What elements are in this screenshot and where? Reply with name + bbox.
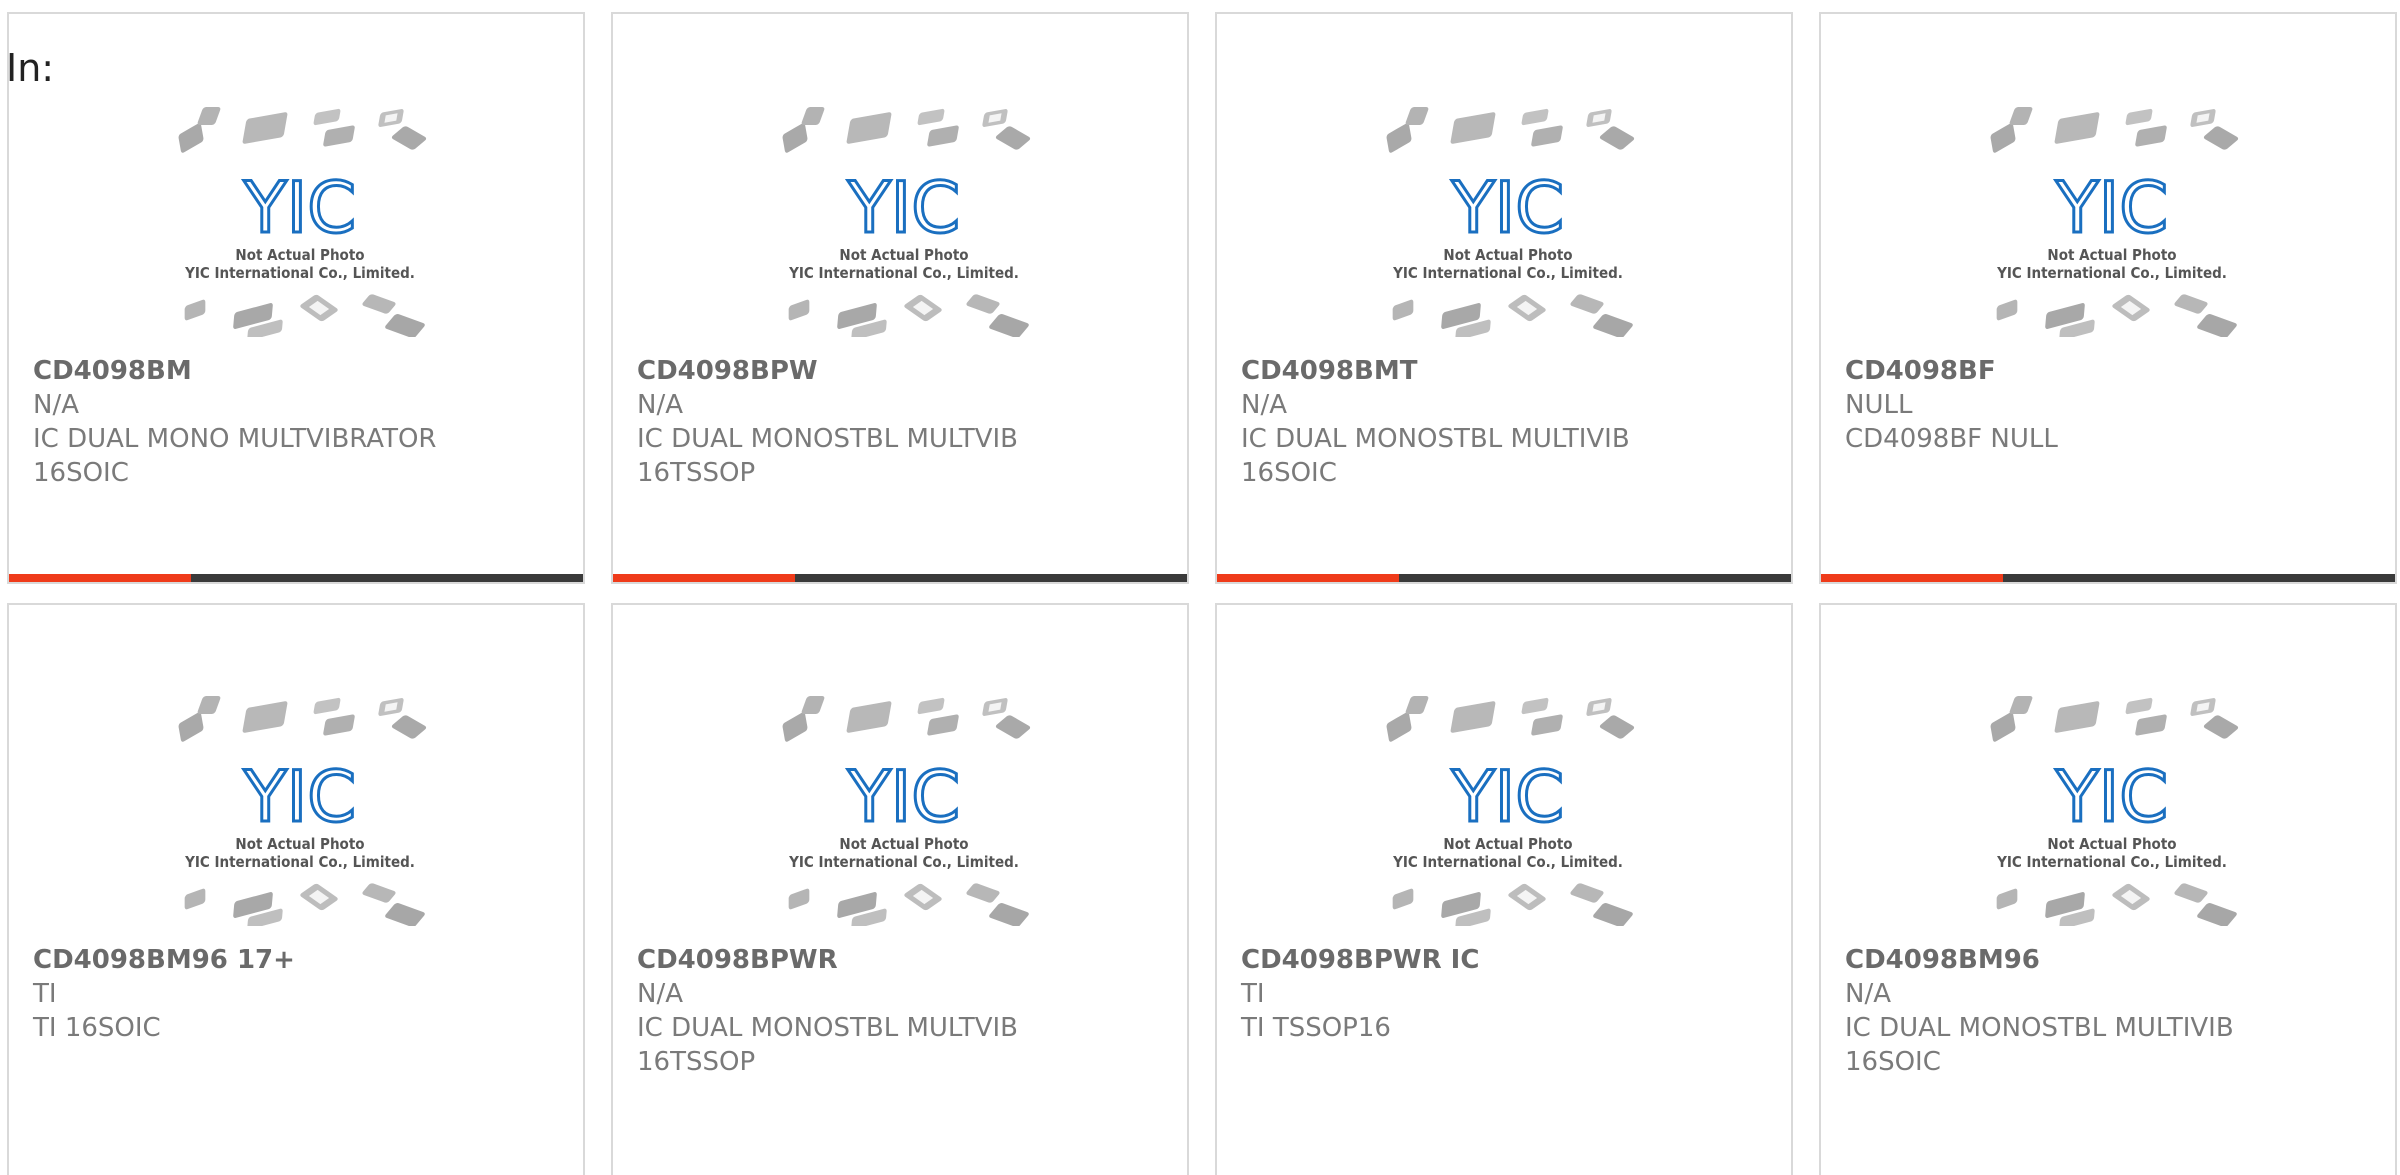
photo-caption-company: YIC International Co., Limited.	[1996, 853, 2227, 871]
not-actual-photo-image: YICNot Actual PhotoYIC International Co.…	[782, 107, 1031, 337]
product-photo-placeholder: YIC Not Actual Photo YIC International Co.…	[169, 693, 431, 926]
photo-caption: Not Actual Photo	[235, 246, 364, 264]
card-bottom-bar	[1821, 574, 2395, 582]
not-actual-photo-image: YICNot Actual PhotoYIC International Co.…	[1386, 696, 1635, 926]
yic-logo-icon: YIC	[847, 756, 960, 838]
product-card[interactable]: YIC Not Actual Photo YIC International Co.…	[1819, 603, 2397, 1175]
product-manufacturer: TI	[1241, 979, 1265, 1009]
product-description: TI TSSOP16	[1241, 1013, 1391, 1043]
product-part-number[interactable]: CD4098BM96 17+	[33, 943, 295, 977]
not-actual-photo-image: YICNot Actual PhotoYIC International Co.…	[178, 107, 427, 337]
not-actual-photo-image: YICNot Actual PhotoYIC International Co.…	[1990, 696, 2239, 926]
product-description: TI 16SOIC	[33, 1013, 161, 1043]
product-description-2: 16SOIC	[33, 458, 129, 488]
product-part-number[interactable]: CD4098BMT	[1241, 354, 1630, 388]
yic-logo-icon: YIC	[847, 167, 960, 249]
product-description: IC DUAL MONOSTBL MULTVIB	[637, 424, 1018, 454]
product-card[interactable]: YIC Not Actual Photo YIC International Co.…	[7, 603, 585, 1175]
card-accent-bar	[613, 574, 795, 582]
yic-logo-icon: YIC	[1451, 756, 1564, 838]
yic-logo-icon: YIC	[1451, 167, 1564, 249]
product-card[interactable]: YIC Not Actual Photo YIC International Co.…	[1215, 603, 1793, 1175]
not-actual-photo-image: YICNot Actual PhotoYIC International Co.…	[178, 696, 427, 926]
product-part-number[interactable]: CD4098BPW	[637, 354, 1018, 388]
results-label: In:	[6, 46, 55, 90]
photo-caption: Not Actual Photo	[1443, 835, 1572, 853]
photo-caption-company: YIC International Co., Limited.	[788, 264, 1019, 282]
product-description-2: 16TSSOP	[637, 1047, 756, 1077]
photo-caption-company: YIC International Co., Limited.	[1392, 264, 1623, 282]
product-card[interactable]: YIC Not Actual Photo YIC International Co.…	[1215, 12, 1793, 584]
product-description-2: 16SOIC	[1845, 1047, 1941, 1077]
product-description: IC DUAL MONOSTBL MULTVIB	[637, 1013, 1018, 1043]
product-card[interactable]: YIC Not Actual Photo YIC International Co.…	[611, 603, 1189, 1175]
card-bottom-bar	[1217, 574, 1791, 582]
photo-caption: Not Actual Photo	[2047, 246, 2176, 264]
photo-caption-company: YIC International Co., Limited.	[788, 853, 1019, 871]
product-photo-placeholder: YIC Not Actual Photo YIC International Co.…	[773, 104, 1035, 337]
product-photo-placeholder: YIC Not Actual Photo YIC International Co.…	[1981, 104, 2243, 337]
card-accent-bar	[9, 574, 191, 582]
product-photo-placeholder: YIC Not Actual Photo YIC International Co.…	[1377, 104, 1639, 337]
product-card[interactable]: YIC Not Actual Photo YIC International Co.…	[611, 12, 1189, 584]
product-part-number[interactable]: CD4098BM96	[1845, 943, 2234, 977]
yic-logo-icon: YIC	[2055, 756, 2168, 838]
photo-caption-company: YIC International Co., Limited.	[184, 853, 415, 871]
product-grid: YIC Not Actual Photo YIC International Co.…	[0, 0, 2400, 1175]
photo-caption-company: YIC International Co., Limited.	[1392, 853, 1623, 871]
photo-caption-company: YIC International Co., Limited.	[184, 264, 415, 282]
product-photo-placeholder: YIC Not Actual Photo YIC International Co.…	[773, 693, 1035, 926]
card-accent-bar	[1217, 574, 1399, 582]
photo-caption: Not Actual Photo	[235, 835, 364, 853]
product-description: IC DUAL MONOSTBL MULTIVIB	[1241, 424, 1630, 454]
product-description-2: 16SOIC	[1241, 458, 1337, 488]
product-part-number[interactable]: CD4098BPWR	[637, 943, 1018, 977]
card-accent-bar	[1821, 574, 2003, 582]
not-actual-photo-image: YICNot Actual PhotoYIC International Co.…	[1990, 107, 2239, 337]
product-description-2: 16TSSOP	[637, 458, 756, 488]
product-card[interactable]: YIC Not Actual Photo YIC International Co.…	[7, 12, 585, 584]
product-manufacturer: N/A	[637, 979, 683, 1009]
product-photo-placeholder: YIC Not Actual Photo YIC International Co.…	[1981, 693, 2243, 926]
product-manufacturer: TI	[33, 979, 57, 1009]
yic-logo-icon: YIC	[243, 167, 356, 249]
product-photo-placeholder: YIC Not Actual Photo YIC International Co.…	[1377, 693, 1639, 926]
product-part-number[interactable]: CD4098BPWR IC	[1241, 943, 1479, 977]
card-bottom-bar	[9, 574, 583, 582]
product-card[interactable]: YIC Not Actual Photo YIC International Co.…	[1819, 12, 2397, 584]
product-part-number[interactable]: CD4098BM	[33, 354, 436, 388]
product-manufacturer: N/A	[1241, 390, 1287, 420]
photo-caption: Not Actual Photo	[839, 835, 968, 853]
product-description: IC DUAL MONOSTBL MULTIVIB	[1845, 1013, 2234, 1043]
product-manufacturer: N/A	[1845, 979, 1891, 1009]
not-actual-photo-image: YICNot Actual PhotoYIC International Co.…	[1386, 107, 1635, 337]
product-description: CD4098BF NULL	[1845, 424, 2058, 454]
product-photo-placeholder: YIC Not Actual Photo YIC International Co.…	[169, 104, 431, 337]
not-actual-photo-image: YICNot Actual PhotoYIC International Co.…	[782, 696, 1031, 926]
yic-logo-icon: YIC	[243, 756, 356, 838]
product-manufacturer: N/A	[637, 390, 683, 420]
photo-caption: Not Actual Photo	[2047, 835, 2176, 853]
card-bottom-bar	[613, 574, 1187, 582]
product-part-number[interactable]: CD4098BF	[1845, 354, 2058, 388]
yic-logo-icon: YIC	[2055, 167, 2168, 249]
photo-caption-company: YIC International Co., Limited.	[1996, 264, 2227, 282]
photo-caption: Not Actual Photo	[839, 246, 968, 264]
product-description: IC DUAL MONO MULTVIBRATOR	[33, 424, 437, 454]
product-manufacturer: NULL	[1845, 390, 1913, 420]
product-manufacturer: N/A	[33, 390, 79, 420]
photo-caption: Not Actual Photo	[1443, 246, 1572, 264]
